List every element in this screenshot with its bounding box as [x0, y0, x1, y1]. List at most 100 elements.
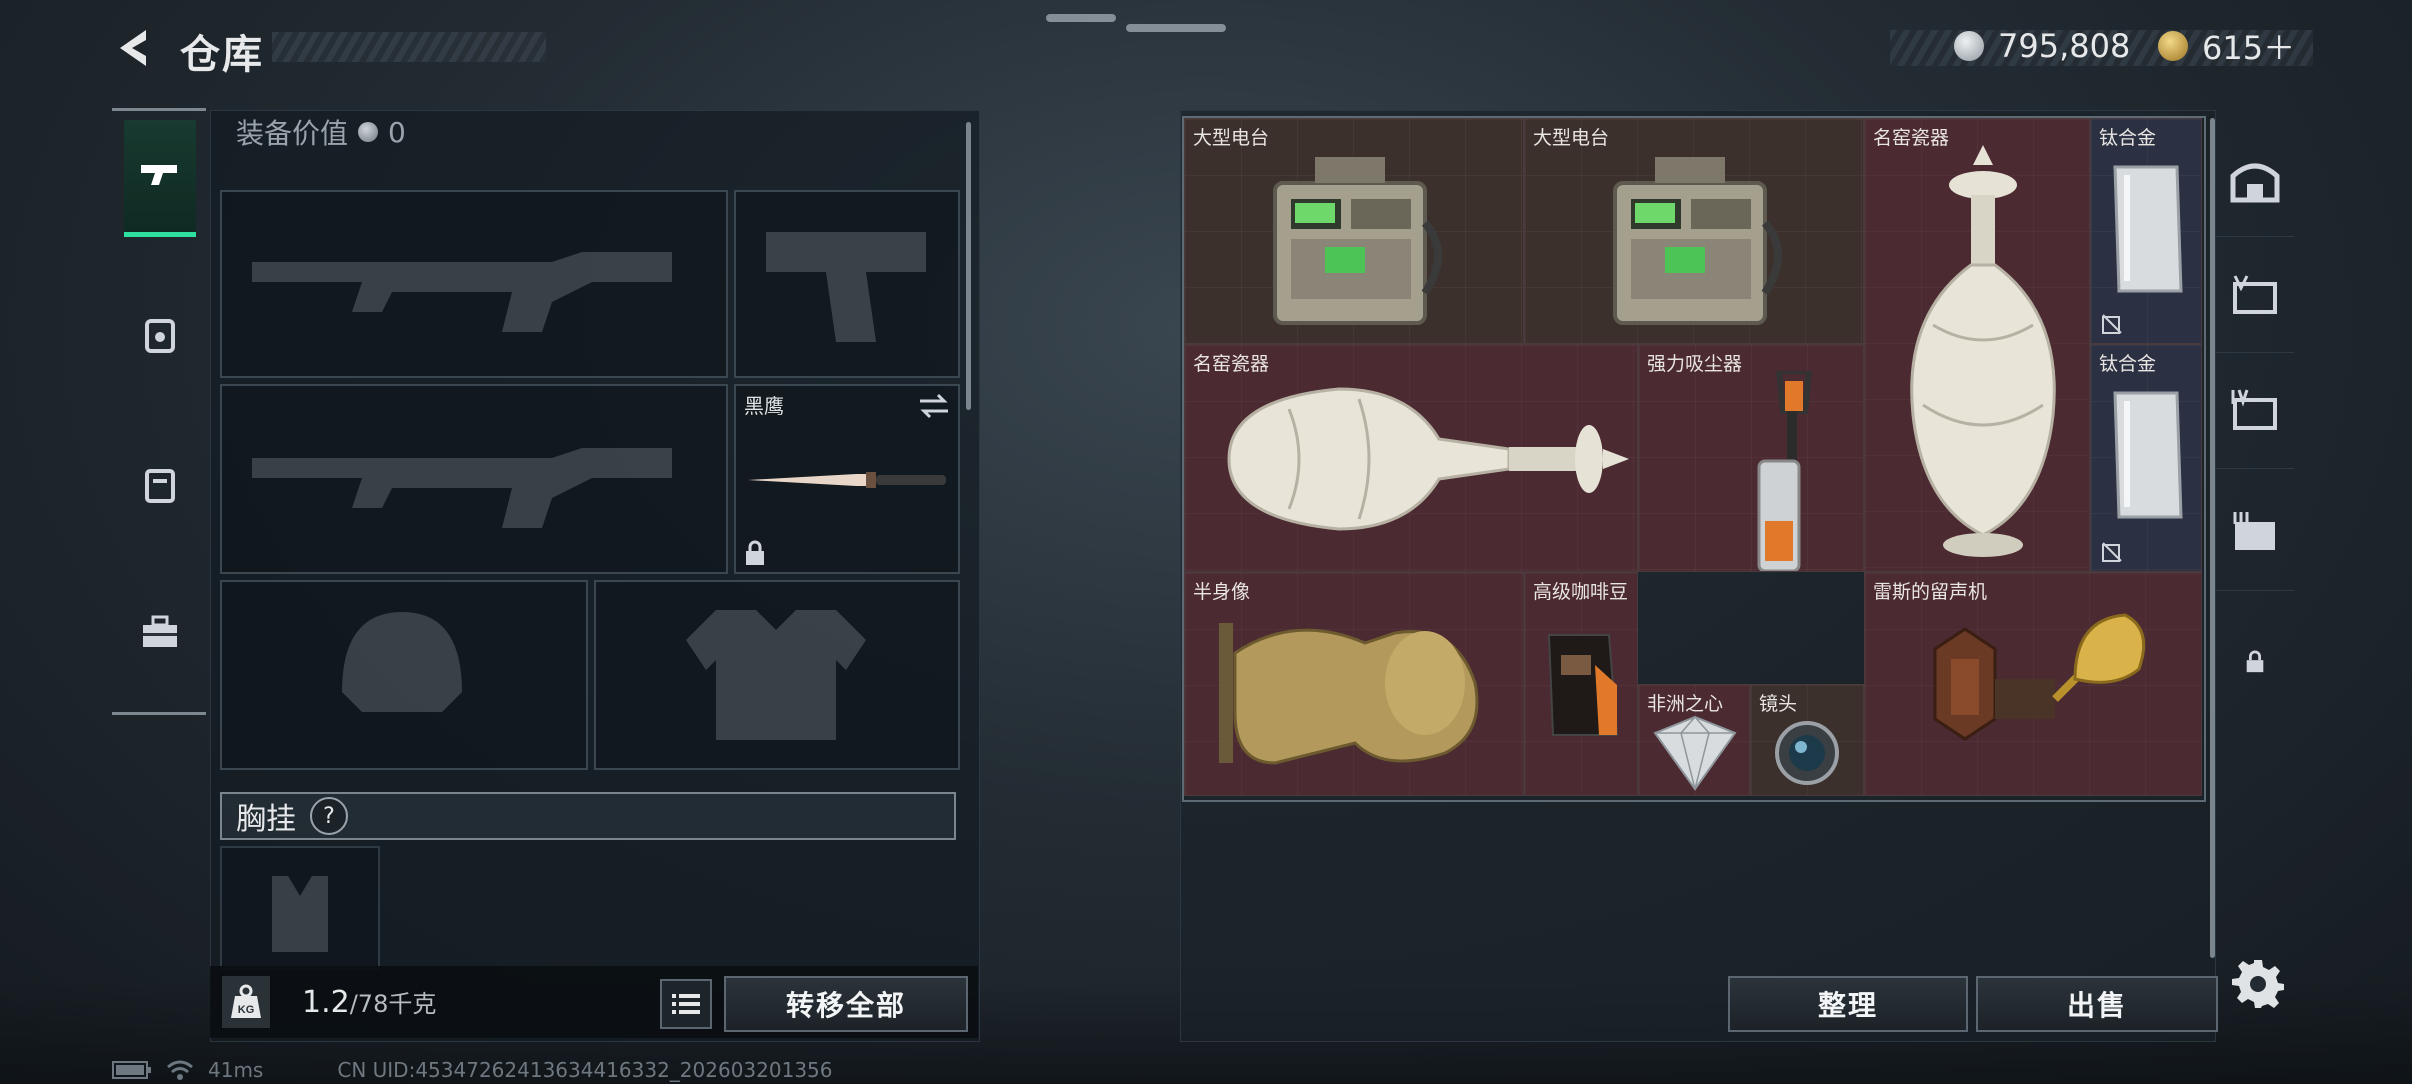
titanium-plate-icon — [2113, 391, 2183, 519]
item-titanium-alloy[interactable]: 钛合金 — [2090, 118, 2202, 344]
item-porcelain-vase-lying[interactable]: 名窑瓷器 — [1184, 344, 1638, 572]
lens-icon — [1775, 721, 1839, 785]
tab-toolbox[interactable] — [124, 576, 196, 688]
item-large-radio[interactable]: 大型电台 — [1524, 118, 1864, 344]
nav-divider — [112, 108, 206, 111]
lock-icon — [746, 540, 764, 565]
warehouse-icon — [2230, 163, 2280, 203]
item-titanium-alloy[interactable]: 钛合金 — [2090, 344, 2202, 572]
helmet-slot[interactable] — [220, 580, 588, 770]
sell-button[interactable]: 出售 — [1976, 976, 2218, 1032]
wifi-icon — [167, 1060, 193, 1080]
vase-icon — [1910, 145, 2056, 557]
knife-icon — [748, 472, 946, 488]
tab-storage-main[interactable] — [2216, 124, 2294, 237]
storage-iv-icon — [2231, 389, 2277, 430]
coffee-bag-icon — [1547, 634, 1619, 736]
no-insure-icon — [2102, 542, 2122, 562]
radio-icon — [1273, 157, 1442, 325]
silver-coin-icon — [1954, 31, 1984, 61]
item-bust[interactable]: 半身像 — [1184, 572, 1524, 796]
no-insure-icon — [2102, 314, 2122, 334]
tab-storage-3[interactable] — [2216, 478, 2294, 591]
title-decoration — [272, 32, 546, 62]
battery-icon — [112, 1061, 151, 1079]
pistol-silhouette-icon — [766, 232, 926, 342]
item-label: 大型电台 — [1533, 127, 1610, 149]
item-coffee-beans[interactable]: 高级咖啡豆 — [1524, 572, 1638, 796]
svg-text:KG: KG — [238, 1004, 255, 1016]
settings-gear-icon[interactable] — [2232, 956, 2284, 1008]
tab-locked[interactable] — [2216, 606, 2294, 718]
back-arrow-icon[interactable] — [110, 24, 158, 72]
bust-icon — [1219, 623, 1479, 765]
status-bar: 41ms CN UID:45347262413634416332_2026032… — [112, 1058, 833, 1082]
list-icon — [672, 994, 700, 1014]
weight-readout: 1.2/78千克 — [302, 984, 436, 1020]
help-icon[interactable]: ? — [310, 797, 348, 835]
item-porcelain-vase-upright[interactable]: 名窑瓷器 — [1864, 118, 2090, 572]
silver-currency: 795,808 — [1954, 24, 2130, 68]
tab-backpack[interactable] — [124, 428, 196, 540]
storage-v-icon — [2233, 275, 2277, 314]
item-large-radio[interactable]: 大型电台 — [1184, 118, 1524, 344]
chest-rig-slot[interactable] — [220, 846, 380, 970]
transfer-all-button[interactable]: 转移全部 — [724, 976, 968, 1032]
tab-storage-4[interactable] — [2216, 356, 2294, 469]
item-heart-of-africa[interactable]: 非洲之心 — [1638, 684, 1750, 796]
secondary-rifle-slot[interactable] — [220, 384, 728, 574]
gold-currency[interactable]: 615＋ — [2158, 24, 2295, 68]
item-label: 钛合金 — [2099, 127, 2157, 149]
item-label: 钛合金 — [2099, 353, 2157, 375]
storage-iii-icon — [2233, 512, 2275, 550]
tab-armor[interactable] — [124, 280, 196, 392]
rifle-silhouette-icon — [252, 448, 672, 528]
swap-icon[interactable] — [918, 392, 950, 420]
primary-weapon-slot[interactable] — [220, 190, 728, 378]
list-view-button[interactable] — [660, 979, 712, 1029]
item-lens[interactable]: 镜头 — [1750, 684, 1864, 796]
item-label: 非洲之心 — [1647, 693, 1724, 715]
tab-storage-5[interactable] — [2216, 240, 2294, 353]
gold-coin-icon — [2158, 31, 2188, 61]
chest-rig-label: 胸挂 — [236, 802, 296, 837]
weight-max: /78千克 — [349, 990, 437, 1018]
chest-rig-header: 胸挂 ? — [220, 792, 956, 840]
toolbox-icon — [143, 615, 177, 647]
item-label: 高级咖啡豆 — [1533, 581, 1629, 603]
item-label: 半身像 — [1193, 581, 1251, 603]
vase-icon — [1227, 387, 1629, 531]
pistol-icon — [141, 165, 177, 185]
nav-divider — [112, 712, 206, 715]
item-vacuum-cleaner[interactable]: 强力吸尘器 — [1638, 344, 1864, 572]
helmet-silhouette-icon — [342, 612, 462, 712]
tab-weapons[interactable] — [124, 120, 196, 237]
helmet-icon — [145, 319, 175, 353]
silver-coin-icon — [358, 122, 379, 142]
item-label: 名窑瓷器 — [1873, 127, 1950, 149]
item-label: 大型电台 — [1193, 127, 1270, 149]
uid-readout: CN UID:45347262413634416332_202603201356 — [337, 1058, 833, 1082]
vacuum-icon — [1757, 371, 1813, 571]
diamond-icon — [1653, 715, 1737, 791]
silver-amount: 795,808 — [1998, 27, 2131, 65]
loadout-scrollbar[interactable] — [966, 122, 971, 410]
chest-rig-silhouette-icon — [272, 876, 328, 952]
storage-scrollbar[interactable] — [2210, 118, 2215, 958]
titanium-plate-icon — [2113, 165, 2183, 293]
ping-readout: 41ms — [208, 1058, 264, 1082]
phonograph-icon — [1933, 613, 2146, 741]
item-label: 名窑瓷器 — [1193, 353, 1270, 375]
melee-slot[interactable]: 黑鹰 — [734, 384, 960, 574]
radio-icon — [1613, 157, 1782, 325]
sort-button[interactable]: 整理 — [1728, 976, 1968, 1032]
item-phonograph[interactable]: 雷斯的留声机 — [1864, 572, 2202, 796]
body-armor-slot[interactable] — [594, 580, 960, 770]
melee-name: 黑鹰 — [744, 394, 784, 418]
weight-icon: KG — [222, 976, 270, 1028]
page-title: 仓库 — [180, 32, 264, 78]
item-label: 镜头 — [1759, 693, 1798, 715]
secondary-weapon-slot[interactable] — [734, 190, 960, 378]
item-label: 雷斯的留声机 — [1873, 581, 1988, 603]
lock-icon — [2246, 650, 2264, 673]
